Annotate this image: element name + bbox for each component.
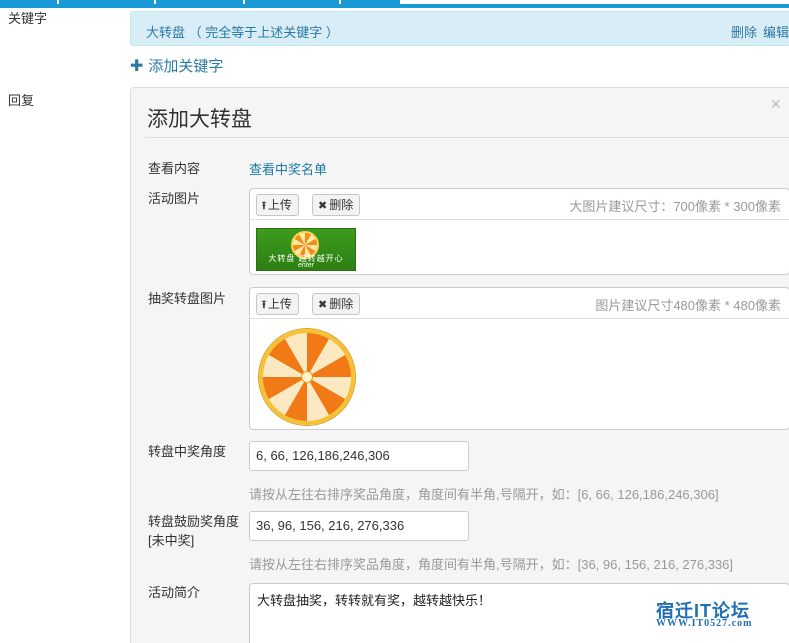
keyword-entry-actions: 删除 编辑 (725, 22, 789, 41)
upload-label: 上传 (267, 198, 292, 212)
upload-icon: ⭱ (262, 200, 266, 212)
add-keyword-label: 添加关键字 (148, 58, 224, 75)
keyword-entry: 大转盘 （ 完全等于上述关键字 ） 删除 编辑 (130, 11, 789, 46)
wheel-image-upload-button[interactable]: ⭱ 上传 (256, 293, 299, 315)
top-tab[interactable] (341, 0, 401, 4)
wheel-image-label: 抽奖转盘图片 (148, 291, 227, 306)
wheel-image-toolbar: ⭱ 上传 ✖ 删除 图片建议尺寸480像素 * 480像素 (250, 288, 789, 319)
view-winners-link[interactable]: 查看中奖名单 (249, 159, 327, 178)
prize-wheel-image (259, 329, 355, 425)
activity-image-uploader: ⭱ 上传 ✖ 删除 大图片建议尺寸：700像素 * 300像素 大转盘 越转越开心 … (249, 188, 789, 275)
delete-label: 删除 (329, 198, 354, 212)
wheel-image-uploader: ⭱ 上传 ✖ 删除 图片建议尺寸480像素 * 480像素 (249, 287, 789, 430)
plus-icon: ✚ (130, 58, 144, 75)
delete-label: 删除 (329, 297, 354, 311)
intro-label: 活动简介 (148, 585, 201, 600)
consolation-angle-label: 转盘鼓励奖角度 [未中奖] (148, 512, 239, 550)
view-content-label: 查看内容 (148, 161, 201, 176)
top-tab[interactable] (59, 0, 155, 4)
add-wheel-panel: 添加大转盘 × 查看内容 查看中奖名单 活动图片 ⭱ 上传 ✖ 删除 大图片建议尺寸… (130, 87, 789, 643)
panel-title: 添加大转盘 (147, 108, 252, 131)
top-tab[interactable] (156, 0, 244, 4)
win-angle-help: 请按从左往右排序奖品角度，角度间有半角,号隔开，如：[6, 66, 126,18… (249, 487, 719, 502)
win-angle-input[interactable]: 6, 66, 126,186,246,306 (249, 441, 469, 471)
activity-image-size-hint: 大图片建议尺寸：700像素 * 300像素 (569, 199, 781, 214)
activity-image-toolbar: ⭱ 上传 ✖ 删除 大图片建议尺寸：700像素 * 300像素 (250, 189, 789, 220)
close-icon[interactable]: × (770, 94, 781, 115)
consolation-angle-label-line1: 转盘鼓励奖角度 (148, 514, 240, 529)
add-keyword-button[interactable]: ✚ 添加关键字 (130, 55, 223, 76)
keyword-label: 关键字 (8, 11, 48, 26)
wheel-image-delete-button[interactable]: ✖ 删除 (312, 293, 361, 315)
banner-enter-text: enter (298, 262, 314, 269)
activity-image-upload-button[interactable]: ⭱ 上传 (256, 194, 299, 216)
consolation-angle-help: 请按从左往右排序奖品角度，角度间有半角,号隔开，如：[36, 96, 156, … (249, 557, 734, 572)
site-watermark: 宿迁IT论坛 WWW.IT0527.com (648, 597, 768, 631)
wheel-image-size-hint: 图片建议尺寸480像素 * 480像素 (595, 298, 781, 313)
activity-banner-image: 大转盘 越转越开心 enter (256, 228, 356, 271)
consolation-angle-label-line2: [未中奖] (148, 533, 195, 548)
reply-label: 回复 (8, 93, 35, 108)
delete-icon: ✖ (318, 299, 328, 311)
panel-divider (145, 137, 789, 138)
wheel-hub (301, 371, 313, 383)
upload-label: 上传 (267, 297, 292, 311)
activity-image-delete-button[interactable]: ✖ 删除 (312, 194, 361, 216)
keyword-entry-text: 大转盘 （ 完全等于上述关键字 ） (146, 25, 339, 40)
top-tab-strip (0, 0, 789, 8)
keyword-delete-link[interactable]: 删除 (731, 25, 757, 40)
watermark-url: WWW.IT0527.com (656, 618, 753, 629)
top-tab-line (0, 4, 789, 8)
consolation-angle-input[interactable]: 36, 96, 156, 216, 276,336 (249, 511, 469, 541)
keyword-edit-link[interactable]: 编辑 (763, 25, 789, 40)
win-angle-label: 转盘中奖角度 (148, 444, 227, 459)
top-tab[interactable] (0, 0, 58, 4)
activity-image-label: 活动图片 (148, 191, 201, 206)
upload-icon: ⭱ (262, 299, 266, 311)
top-tab[interactable] (245, 0, 340, 4)
delete-icon: ✖ (318, 200, 328, 212)
